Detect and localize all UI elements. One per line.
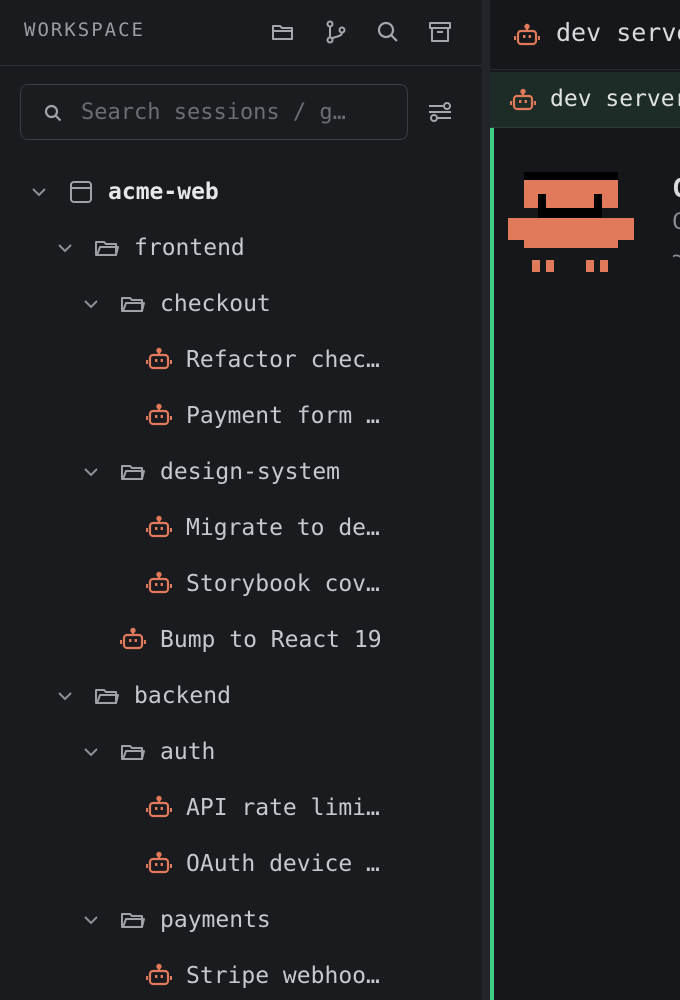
tree-row-session[interactable]: Migrate to de… [0,500,482,556]
open-folder-icon[interactable] [270,19,296,45]
session-title-bar: dev server [490,72,680,128]
active-accent-line [490,72,494,1000]
tree-row-folder[interactable]: backend [0,668,482,724]
chevron-down-icon[interactable] [82,911,100,929]
sidebar-title: WORKSPACE [24,19,145,41]
tree-label: payments [160,907,271,933]
search-input[interactable] [79,95,397,129]
tree-label: Refactor chec… [186,347,380,373]
sidebar: WORKSPACE Search sessions / g… acme-web … [0,0,482,1000]
tree-label: auth [160,739,216,765]
folder-open-icon [120,739,146,765]
tree-row-session[interactable]: Payment form … [0,388,482,444]
tree-row-session[interactable]: Storybook cov… [0,556,482,612]
tab-label: dev serve [556,18,680,47]
tree-row-folder[interactable]: auth [0,724,482,780]
folder-open-icon [120,459,146,485]
app-window: WORKSPACE Search sessions / g… acme-web … [0,0,680,1000]
tree-row-session[interactable]: Bump to React 19 [0,612,482,668]
info-line: C [672,174,680,204]
filter-icon[interactable] [426,98,454,126]
info-line: C [672,210,680,235]
tree-row-session[interactable]: Stripe webhoo… [0,948,482,1000]
tree-label: Stripe webhoo… [186,963,380,989]
tree-row-folder[interactable]: payments [0,892,482,948]
robot-icon [146,851,172,877]
session-pane: dev serve dev server C C ~ [490,0,680,1000]
robot-icon [146,515,172,541]
tree-label: Payment form … [186,403,380,429]
search-box [20,84,408,140]
tree-row-folder[interactable]: checkout [0,276,482,332]
chevron-down-icon[interactable] [82,295,100,313]
tree-row-session[interactable]: API rate limi… [0,780,482,836]
robot-icon [146,795,172,821]
pane-resize-handle[interactable] [482,0,490,1000]
tree-label: OAuth device … [186,851,380,877]
tree-label: backend [134,683,231,709]
session-tab[interactable]: dev serve [490,0,680,70]
info-line: ~ [672,244,680,269]
git-branch-icon[interactable] [323,19,349,45]
chevron-down-icon[interactable] [56,239,74,257]
robot-mascot-icon [508,172,634,276]
tree-label: Bump to React 19 [160,627,382,653]
robot-icon [146,403,172,429]
robot-icon [146,571,172,597]
tree-label: checkout [160,291,271,317]
project-window-icon [68,179,94,205]
robot-icon [513,23,541,49]
tree-label: Storybook cov… [186,571,380,597]
tree-row-session[interactable]: OAuth device … [0,836,482,892]
tree-label: design-system [160,459,341,485]
search-icon [43,103,63,123]
chevron-down-icon[interactable] [56,687,74,705]
tree-label: acme-web [108,179,219,205]
search-icon[interactable] [375,19,401,45]
folder-open-icon [94,235,120,261]
tree-label: API rate limi… [186,795,380,821]
folder-open-icon [120,291,146,317]
tree-row-project[interactable]: acme-web [0,164,482,220]
session-title: dev server [550,86,680,112]
chevron-down-icon[interactable] [30,183,48,201]
robot-icon [120,627,146,653]
tree-row-folder[interactable]: design-system [0,444,482,500]
folder-open-icon [120,907,146,933]
robot-icon [146,963,172,989]
tree-row-folder[interactable]: frontend [0,220,482,276]
sidebar-header: WORKSPACE [0,0,482,66]
tree-label: Migrate to de… [186,515,380,541]
chevron-down-icon[interactable] [82,463,100,481]
chevron-down-icon[interactable] [82,743,100,761]
robot-icon [509,88,537,114]
tree-label: frontend [134,235,245,261]
robot-icon [146,347,172,373]
session-info: C C ~ [672,172,680,292]
folder-open-icon [94,683,120,709]
archive-icon[interactable] [427,19,453,45]
tree-row-session[interactable]: Refactor chec… [0,332,482,388]
